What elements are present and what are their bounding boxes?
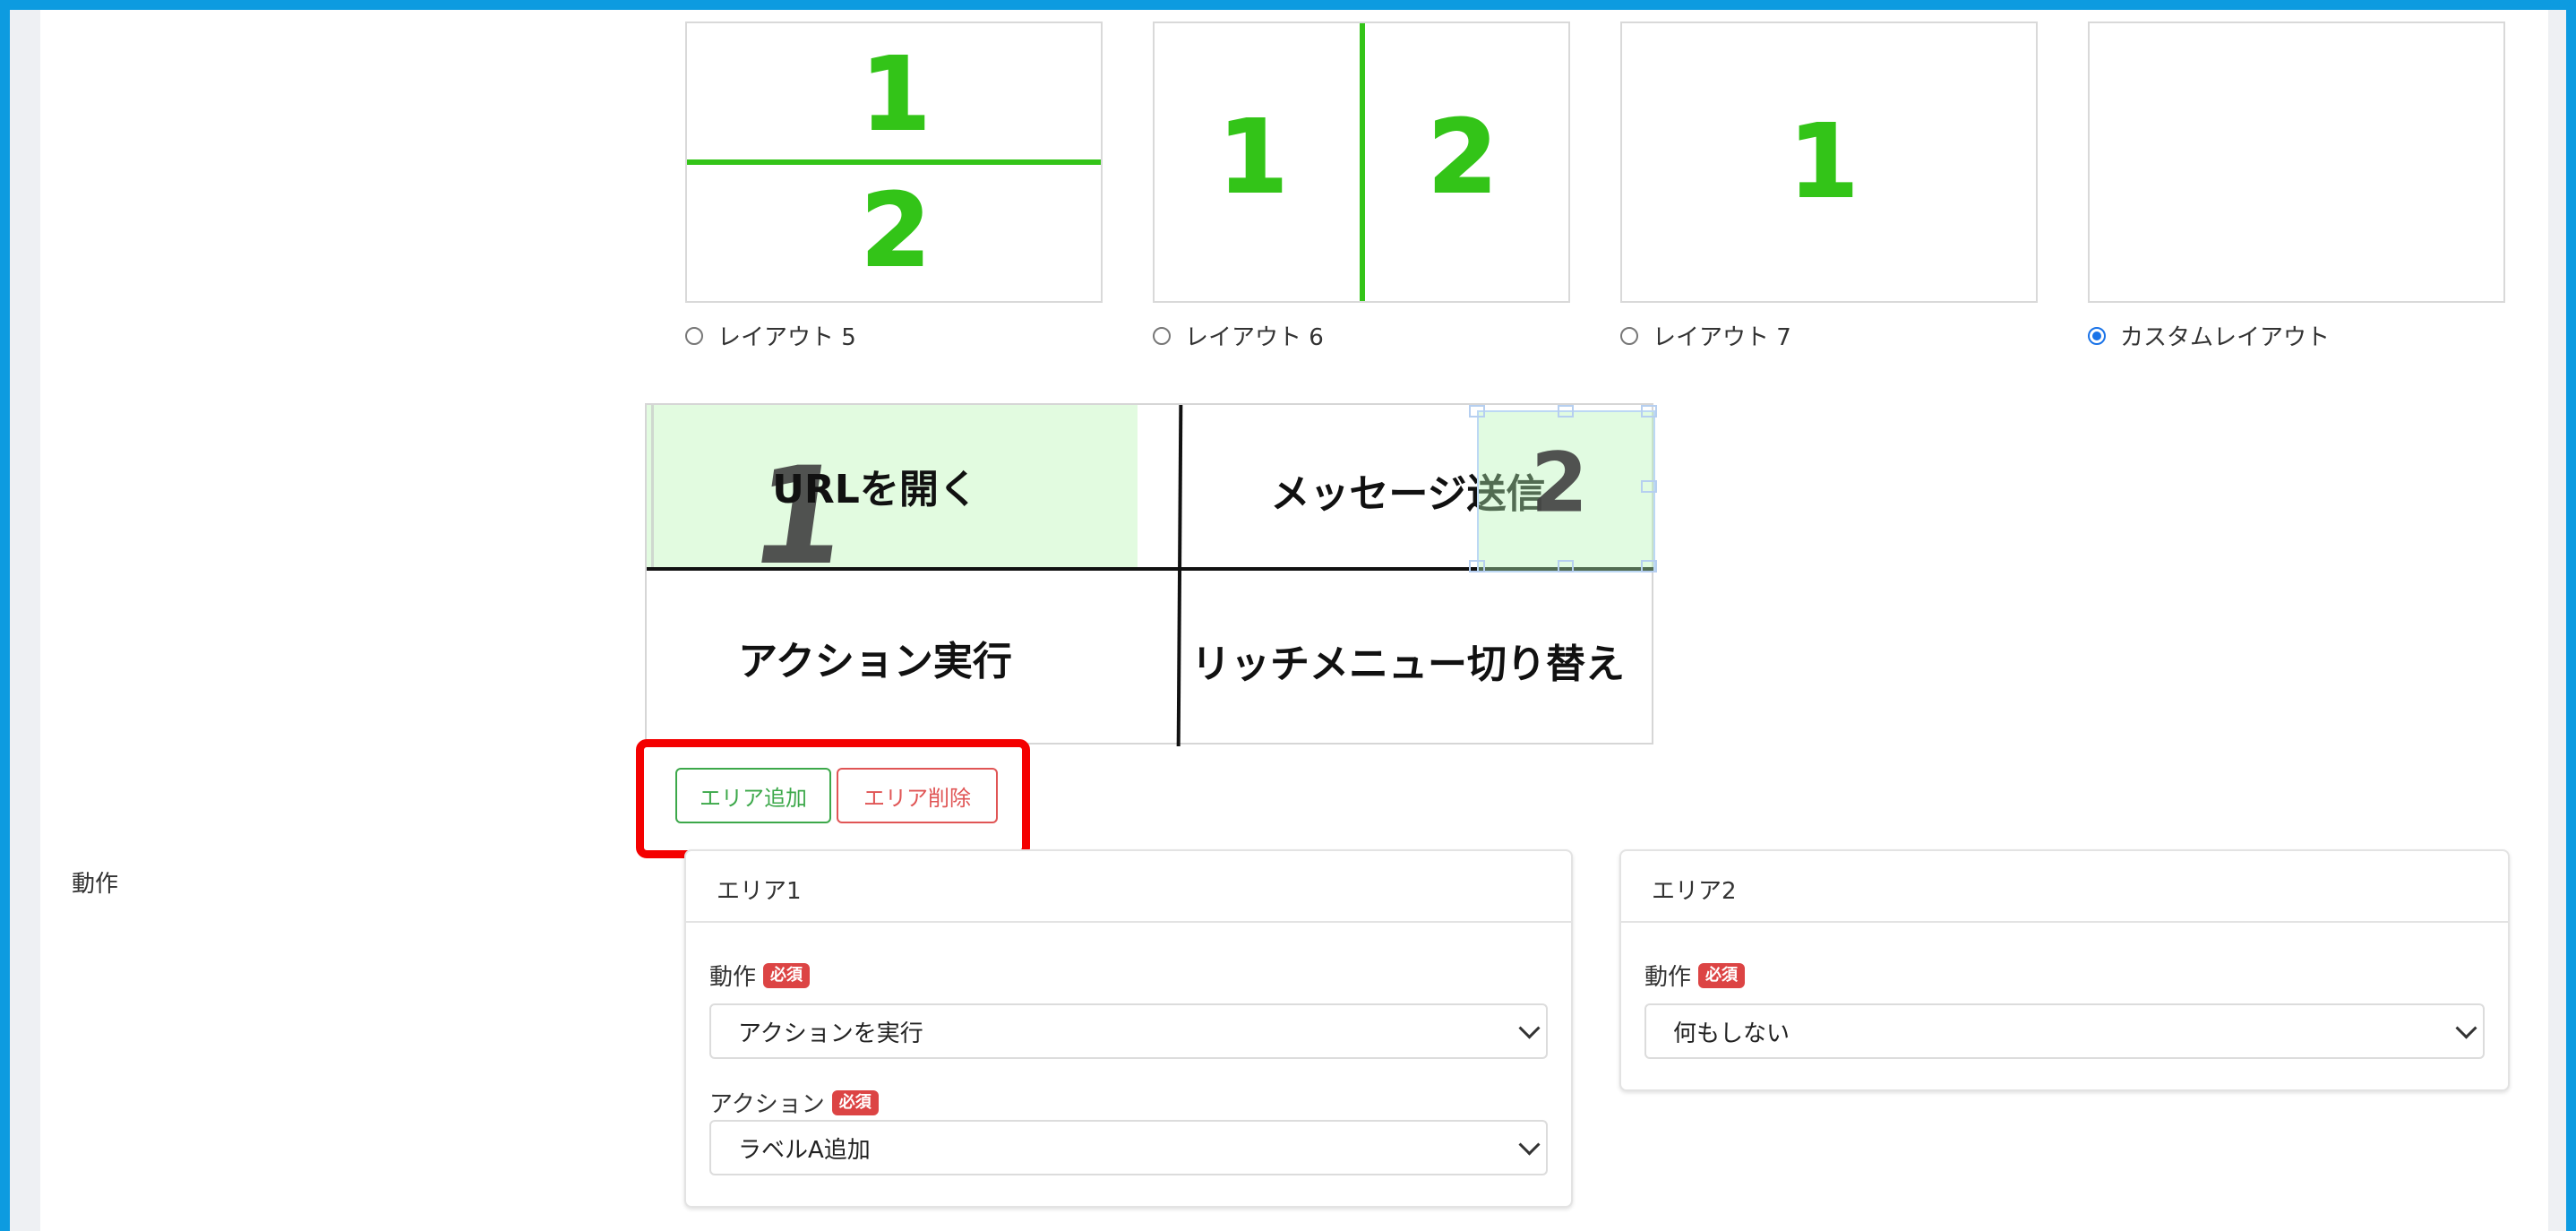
select-value: アクションを実行 xyxy=(738,1020,923,1047)
layout-label: カスタムレイアウト xyxy=(2120,324,2331,351)
cell-label: URLを開く xyxy=(772,467,978,512)
radio-button[interactable] xyxy=(1153,326,1171,345)
layout-label: レイアウト 6 xyxy=(1185,324,1324,351)
panel-title: エリア2 xyxy=(1652,878,1737,905)
cell-label: アクション実行 xyxy=(738,639,1012,684)
layout-7-option[interactable]: レイアウト 7 xyxy=(1620,319,1791,352)
layout-5-thumbnail[interactable]: 1 2 xyxy=(685,22,1103,303)
action-section-label: 動作 xyxy=(72,871,119,898)
area-2-panel: エリア2 動作 必須 何もしない xyxy=(1619,849,2510,1091)
layout-7-thumbnail[interactable]: 1 xyxy=(1620,22,2038,303)
area-number: 2 xyxy=(860,173,932,289)
area-number: 1 xyxy=(1217,99,1289,216)
required-badge: 必須 xyxy=(1698,962,1746,988)
action-type-label: 動作 必須 xyxy=(1644,959,1746,992)
area-number: 1 xyxy=(1788,104,1859,220)
layout-6-thumbnail[interactable]: 1 2 xyxy=(1153,22,1570,303)
action-type-select[interactable]: 何もしない xyxy=(1644,1003,2485,1059)
divider-line xyxy=(687,159,1101,165)
field-label-text: アクション xyxy=(709,1091,825,1118)
rich-menu-preview[interactable]: 1 URLを開く メッセージ送信 アクション実行 リッチメニュー切り替え 2 xyxy=(645,403,1657,746)
resize-handle[interactable] xyxy=(1469,405,1485,418)
action-type-select[interactable]: アクションを実行 xyxy=(709,1003,1548,1059)
area-1-panel: エリア1 動作 必須 アクションを実行 アクション 必須 ラベルA追加 xyxy=(684,849,1573,1208)
grid-line-vertical xyxy=(1176,405,1183,746)
area-number-2: 2 xyxy=(1530,435,1589,531)
custom-layout-thumbnail[interactable] xyxy=(2088,22,2505,303)
radio-button[interactable] xyxy=(1620,326,1638,345)
required-badge: 必須 xyxy=(763,962,811,988)
panel-header: エリア2 xyxy=(1621,851,2508,923)
action-type-label: 動作 必須 xyxy=(709,959,811,992)
area-number: 2 xyxy=(1427,99,1498,216)
layout-label: レイアウト 7 xyxy=(1653,324,1791,351)
action-select[interactable]: ラベルA追加 xyxy=(709,1120,1548,1175)
field-label-text: 動作 xyxy=(709,964,757,991)
resize-handle[interactable] xyxy=(1641,480,1657,493)
area-number: 1 xyxy=(860,37,932,153)
custom-layout-option[interactable]: カスタムレイアウト xyxy=(2088,319,2330,352)
layout-6-option[interactable]: レイアウト 6 xyxy=(1153,319,1324,352)
chevron-down-icon xyxy=(1518,1133,1541,1156)
action-label: アクション 必須 xyxy=(709,1086,879,1119)
layout-5-option[interactable]: レイアウト 5 xyxy=(685,319,856,352)
layout-label: レイアウト 5 xyxy=(717,324,856,351)
area-1-left-edge xyxy=(651,405,654,567)
radio-button-checked[interactable] xyxy=(2088,326,2106,345)
delete-area-button[interactable]: エリア削除 xyxy=(837,768,998,823)
panel-title: エリア1 xyxy=(717,878,802,905)
cell-label: リッチメニュー切り替え xyxy=(1191,641,1625,687)
panel-header: エリア1 xyxy=(686,851,1571,923)
field-label-text: 動作 xyxy=(1644,964,1692,991)
chevron-down-icon xyxy=(2455,1017,2477,1039)
resize-handle[interactable] xyxy=(1641,560,1657,572)
select-value: ラベルA追加 xyxy=(738,1136,871,1164)
resize-handle[interactable] xyxy=(1558,405,1574,418)
resize-handle[interactable] xyxy=(1641,405,1657,418)
resize-handle[interactable] xyxy=(1469,560,1485,572)
radio-button[interactable] xyxy=(685,326,703,345)
add-area-button[interactable]: エリア追加 xyxy=(675,768,831,823)
divider-line xyxy=(1360,23,1365,301)
select-value: 何もしない xyxy=(1673,1020,1790,1047)
chevron-down-icon xyxy=(1518,1017,1541,1039)
resize-handle[interactable] xyxy=(1558,560,1574,572)
required-badge: 必須 xyxy=(831,1089,879,1115)
